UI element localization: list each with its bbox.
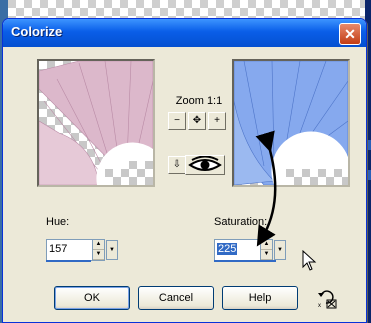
saturation-dropdown-button[interactable]: ▼ bbox=[274, 240, 286, 260]
pan-button[interactable]: ✥ bbox=[188, 112, 206, 130]
zoom-in-button[interactable]: + bbox=[208, 112, 226, 130]
dropdown-arrow-icon: ▼ bbox=[109, 247, 115, 253]
hue-spinner[interactable]: ▲ ▼ bbox=[92, 240, 104, 260]
spin-up-icon[interactable]: ▲ bbox=[261, 240, 272, 250]
spin-down-icon[interactable]: ▼ bbox=[261, 250, 272, 260]
proof-button[interactable]: ⇩ bbox=[168, 156, 186, 174]
saturation-label: Saturation: bbox=[214, 216, 268, 228]
hue-field[interactable]: 157 ▲ ▼ bbox=[46, 239, 105, 261]
dropdown-arrow-icon: ▼ bbox=[277, 247, 283, 253]
preview-before[interactable] bbox=[37, 59, 155, 187]
spin-down-icon[interactable]: ▼ bbox=[93, 250, 104, 260]
saturation-value: 225 bbox=[217, 243, 238, 255]
eye-icon bbox=[188, 155, 222, 171]
zoom-in-icon: + bbox=[214, 115, 220, 126]
title-bar[interactable]: Colorize ✕ bbox=[3, 19, 366, 47]
preview-after[interactable] bbox=[232, 59, 350, 187]
ok-button[interactable]: OK bbox=[54, 286, 130, 310]
auto-proof-toggle[interactable] bbox=[185, 155, 225, 175]
svg-text:x: x bbox=[318, 303, 321, 309]
hue-label: Hue: bbox=[46, 216, 70, 228]
hue-slider-bar bbox=[46, 260, 91, 262]
help-button[interactable]: Help bbox=[222, 286, 298, 310]
saturation-spinner[interactable]: ▲ ▼ bbox=[260, 240, 272, 260]
close-icon: ✕ bbox=[344, 26, 356, 42]
pan-icon: ✥ bbox=[192, 115, 202, 126]
spin-up-icon[interactable]: ▲ bbox=[93, 240, 104, 250]
reset-icon[interactable]: x bbox=[315, 287, 337, 309]
dialog-title: Colorize bbox=[11, 24, 63, 39]
zoom-out-icon: − bbox=[174, 115, 180, 126]
zoom-out-button[interactable]: − bbox=[168, 112, 186, 130]
saturation-slider-bar bbox=[214, 260, 276, 262]
hue-value: 157 bbox=[49, 243, 68, 255]
hue-dropdown-button[interactable]: ▼ bbox=[106, 240, 118, 260]
saturation-field[interactable]: 225 ▲ ▼ bbox=[214, 239, 273, 261]
colorize-dialog: Colorize ✕ Zoom 1:1 − ✥ + ⇩ Hue: 157 ▲ ▼… bbox=[2, 18, 367, 323]
mouse-cursor-icon bbox=[302, 250, 317, 271]
zoom-label: Zoom 1:1 bbox=[175, 95, 223, 107]
cancel-button[interactable]: Cancel bbox=[138, 286, 214, 310]
proof-arrow-icon: ⇩ bbox=[172, 159, 182, 170]
close-button[interactable]: ✕ bbox=[339, 23, 361, 45]
